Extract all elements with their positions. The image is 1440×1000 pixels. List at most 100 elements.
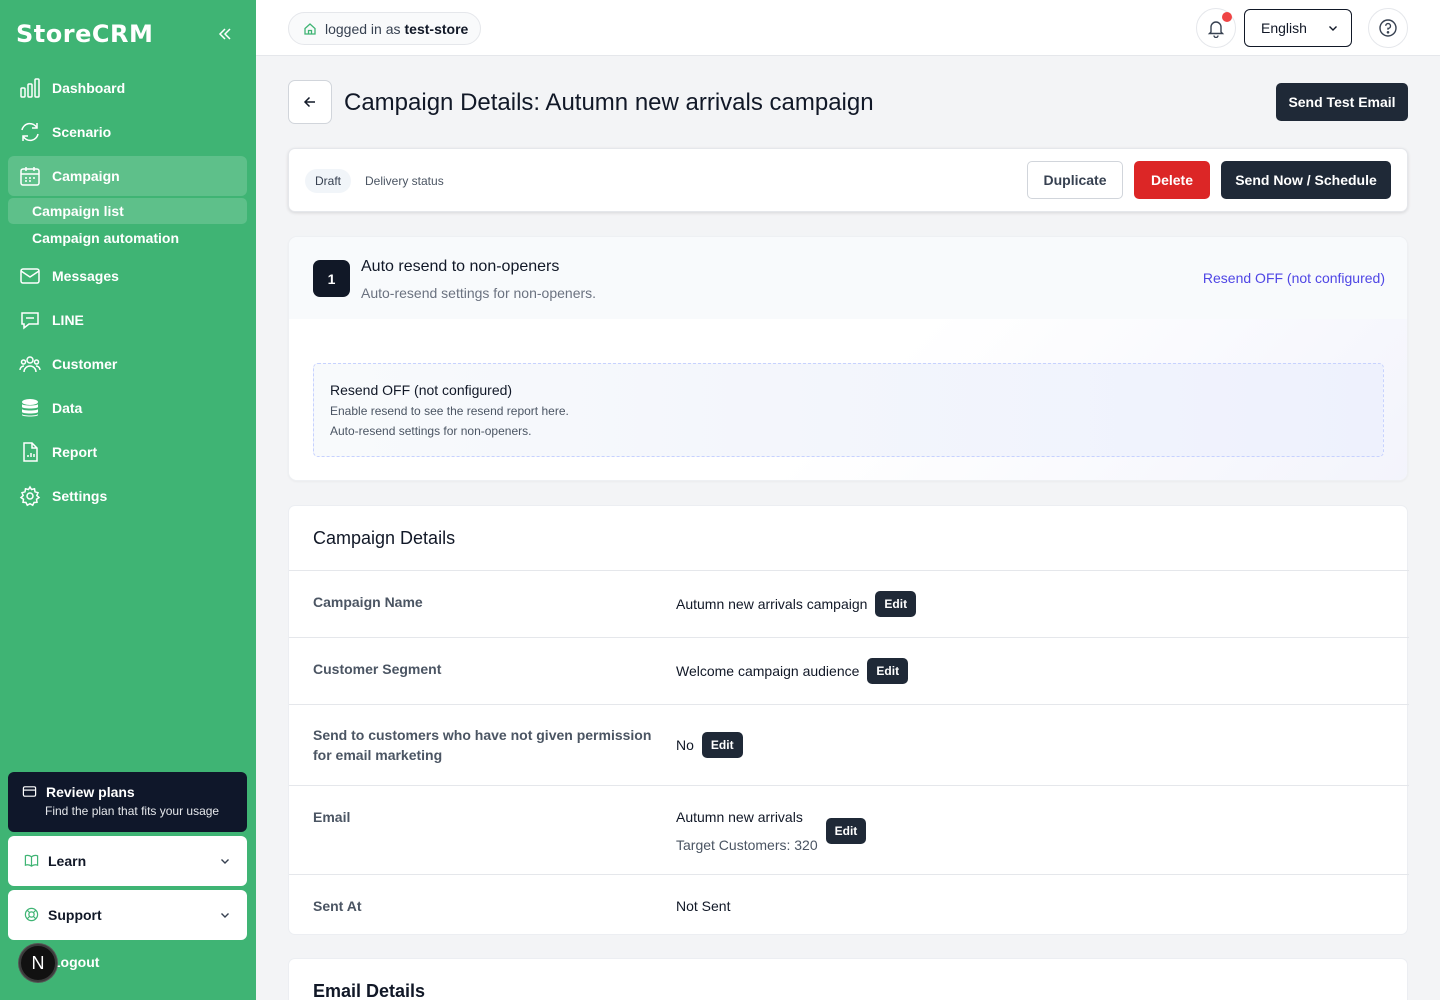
- campaign-details-title: Campaign Details: [313, 528, 456, 548]
- sidebar-item-data[interactable]: Data: [8, 386, 247, 430]
- edit-email-button[interactable]: Edit: [825, 818, 867, 844]
- database-icon: [18, 396, 42, 420]
- dev-badge[interactable]: N: [19, 944, 57, 982]
- sidebar-item-report[interactable]: Report: [8, 430, 247, 474]
- back-button[interactable]: [288, 80, 332, 124]
- detail-key: Send to customers who have not given per…: [313, 727, 652, 763]
- auto-resend-title: Auto resend to non-openers: [361, 258, 560, 275]
- detail-value-text: Not Sent: [676, 898, 731, 914]
- email-details-title: Email Details: [313, 981, 426, 1000]
- learn-accordion[interactable]: Learn: [8, 836, 247, 886]
- detail-row-customer-segment: Customer Segment Welcome campaign audien…: [289, 637, 1409, 704]
- sidebar-item-label: Messages: [52, 268, 119, 284]
- bar-chart-icon: [18, 76, 42, 100]
- detail-value: Not Sent: [676, 898, 730, 914]
- sidebar-item-label: Customer: [52, 356, 118, 372]
- sidebar-subitem-campaign-automation[interactable]: Campaign automation: [8, 224, 247, 252]
- detail-value: Autumn new arrivals campaign Edit: [676, 591, 917, 617]
- resend-status-link[interactable]: Resend OFF (not configured): [1203, 270, 1385, 286]
- help-button[interactable]: [1368, 8, 1408, 48]
- auto-resend-subtitle: Auto-resend settings for non-openers.: [361, 285, 597, 301]
- learn-label: Learn: [48, 853, 87, 869]
- mail-icon: [18, 264, 42, 288]
- campaign-status-bar: Draft Delivery status Duplicate Delete S…: [288, 148, 1408, 212]
- duplicate-button[interactable]: Duplicate: [1027, 161, 1123, 199]
- edit-customer-segment-button[interactable]: Edit: [867, 658, 909, 684]
- chevron-down-icon: [1327, 22, 1339, 34]
- sidebar-item-line[interactable]: LINE: [8, 298, 247, 342]
- home-icon: [303, 22, 317, 36]
- file-chart-icon: [18, 440, 42, 464]
- page-title: Campaign Details: Autumn new arrivals ca…: [344, 89, 874, 116]
- sidebar-item-label: Dashboard: [52, 80, 126, 96]
- sidebar-item-customer[interactable]: Customer: [8, 342, 247, 386]
- logout-button[interactable]: Logout: [52, 954, 99, 970]
- store-name: test-store: [404, 20, 469, 37]
- detail-row-campaign-name: Campaign Name Autumn new arrivals campai…: [289, 570, 1409, 637]
- delete-button[interactable]: Delete: [1134, 161, 1210, 199]
- target-customers-text: Target Customers: 320: [676, 837, 818, 853]
- sidebar-item-settings[interactable]: Settings: [8, 474, 247, 518]
- sidebar-item-label: Data: [52, 400, 83, 416]
- chevron-down-icon: [219, 909, 231, 921]
- send-test-email-button[interactable]: Send Test Email: [1276, 83, 1408, 121]
- detail-row-sent-at: Sent At Not Sent: [289, 874, 1409, 934]
- chevron-down-icon: [219, 855, 231, 867]
- review-plans-title: Review plans: [46, 784, 135, 800]
- resend-info-line: Enable resend to see the resend report h…: [330, 404, 569, 418]
- detail-row-email: Email Autumn new arrivals Target Custome…: [289, 785, 1409, 874]
- chat-icon: [18, 308, 42, 332]
- auto-resend-header: 1 Auto resend to non-openers Auto-resend…: [289, 237, 1407, 319]
- sidebar-item-label: Settings: [52, 488, 108, 504]
- double-chevron-left-icon: [218, 28, 231, 40]
- detail-value-text: Autumn new arrivals: [676, 809, 803, 825]
- language-select[interactable]: English: [1244, 9, 1352, 47]
- sidebar-item-dashboard[interactable]: Dashboard: [8, 66, 247, 110]
- detail-value: Autumn new arrivals Target Customers: 32…: [676, 808, 867, 854]
- detail-value-text: Welcome campaign audience: [676, 663, 860, 679]
- arrow-left-icon: [303, 96, 315, 108]
- credit-card-icon: [22, 784, 38, 800]
- campaign-details-card: Campaign Details Campaign Name Autumn ne…: [288, 505, 1409, 935]
- language-value: English: [1261, 20, 1307, 36]
- send-now-schedule-button[interactable]: Send Now / Schedule: [1221, 161, 1391, 199]
- refresh-icon: [18, 120, 42, 144]
- sidebar-item-scenario[interactable]: Scenario: [8, 110, 247, 154]
- sidebar-item-label: LINE: [52, 312, 84, 328]
- sidebar-subitem-campaign-list[interactable]: Campaign list: [8, 198, 247, 224]
- login-prefix: logged in as: [325, 20, 401, 37]
- detail-key: Sent At: [313, 898, 362, 914]
- support-label: Support: [48, 907, 102, 923]
- edit-permission-button[interactable]: Edit: [701, 732, 743, 758]
- collapse-sidebar-button[interactable]: [214, 24, 236, 44]
- notifications-button[interactable]: [1196, 8, 1236, 48]
- detail-value-text: No: [676, 737, 694, 753]
- review-plans-card[interactable]: Review plans Find the plan that fits you…: [8, 772, 247, 832]
- status-badge: Draft: [305, 169, 352, 193]
- book-icon: [24, 853, 40, 869]
- sidebar-item-label: Report: [52, 444, 98, 460]
- calendar-icon: [18, 164, 42, 188]
- sidebar-item-campaign[interactable]: Campaign: [8, 156, 247, 196]
- support-accordion[interactable]: Support: [8, 890, 247, 940]
- detail-value: Welcome campaign audience Edit: [676, 658, 909, 684]
- resend-info-title: Resend OFF (not configured): [330, 382, 513, 398]
- auto-resend-card: 1 Auto resend to non-openers Auto-resend…: [288, 236, 1408, 481]
- users-icon: [18, 352, 42, 376]
- delivery-status-label: Delivery status: [365, 174, 444, 188]
- brand-logo: StoreCRM: [16, 20, 154, 48]
- sidebar-item-label: Campaign: [52, 168, 120, 184]
- detail-key: Campaign Name: [313, 594, 423, 610]
- question-circle-icon: [1379, 19, 1397, 37]
- sidebar-item-label: Scenario: [52, 124, 112, 140]
- edit-campaign-name-button[interactable]: Edit: [875, 591, 917, 617]
- store-login-pill[interactable]: logged in as test-store: [288, 12, 482, 45]
- top-bar: logged in as test-store English: [256, 0, 1440, 56]
- detail-value-text: Autumn new arrivals campaign: [676, 596, 868, 612]
- review-plans-subtitle: Find the plan that fits your usage: [45, 804, 220, 818]
- sidebar-nav: Dashboard Scenario Campaign Campaign lis…: [8, 66, 247, 518]
- sidebar-item-messages[interactable]: Messages: [8, 254, 247, 298]
- detail-value: No Edit: [676, 732, 743, 758]
- sidebar: StoreCRM Dashboard Scenario Campaign Cam…: [0, 0, 256, 1000]
- detail-row-permission: Send to customers who have not given per…: [289, 704, 1409, 785]
